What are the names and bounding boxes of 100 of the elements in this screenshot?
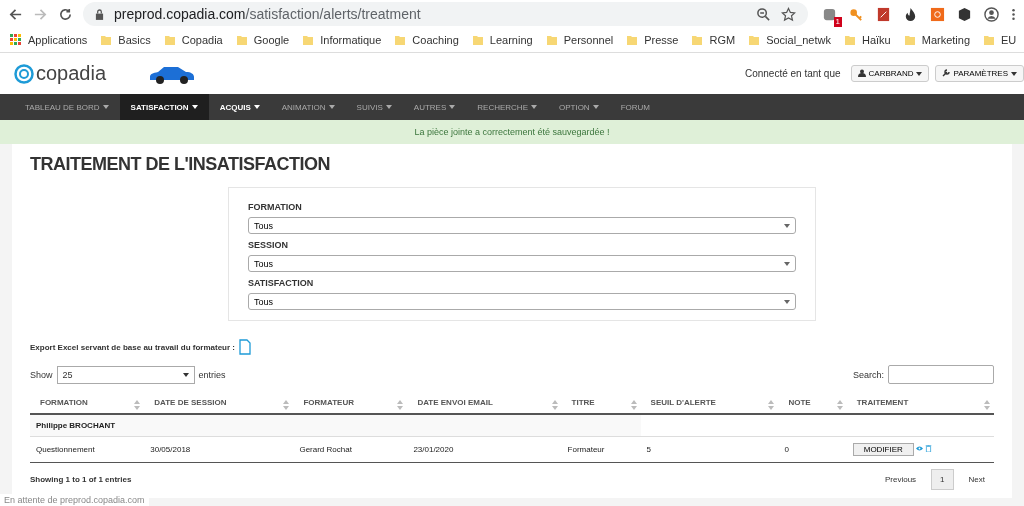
pagination-button[interactable]: Previous (875, 469, 926, 490)
folder-icon (163, 34, 176, 46)
nav-item[interactable]: RECHERCHE (466, 94, 548, 120)
nav-item[interactable]: ACQUIS (208, 94, 271, 120)
page-size-select[interactable]: 25 (56, 365, 195, 384)
folder-icon (545, 34, 558, 46)
bookmark[interactable]: Informatique (302, 34, 382, 46)
bookmark[interactable]: Presse (626, 34, 679, 46)
bookmark[interactable]: EU (983, 34, 1017, 46)
export-label: Export Excel servant de base au travail du formateur : (30, 342, 235, 352)
nav-item[interactable]: SATISFACTION (119, 94, 209, 120)
copadia-logo[interactable]: copadia (14, 62, 107, 85)
bookmark[interactable]: Personnel (545, 34, 614, 46)
modify-button[interactable]: MODIFIER (852, 443, 914, 456)
sort-icon[interactable] (551, 400, 558, 410)
sort-icon[interactable] (283, 400, 290, 410)
folder-icon (235, 34, 248, 46)
bookmark[interactable]: Google (235, 34, 290, 46)
folder-icon (843, 34, 856, 46)
bookmark[interactable]: Haïku (843, 34, 891, 46)
caret-icon (784, 261, 790, 266)
sort-icon[interactable] (984, 400, 990, 410)
filter-select[interactable]: Tous (248, 217, 796, 234)
caret-icon (1011, 72, 1017, 76)
filter-label: SATISFACTION (248, 278, 315, 288)
bookmark[interactable]: Marketing (903, 34, 970, 46)
wrench-icon (942, 69, 951, 77)
settings-button[interactable]: PARAMÈTRES (935, 65, 1024, 82)
nav-item[interactable]: ANIMATION (270, 94, 346, 120)
bookmark[interactable]: RGM (691, 34, 736, 46)
square-icon[interactable] (930, 6, 945, 22)
folder-icon (302, 34, 315, 46)
notification-badge: 1 (833, 16, 842, 27)
key-icon[interactable] (849, 6, 864, 22)
user-dropdown[interactable]: CARBRAND (850, 65, 930, 82)
extension-icon[interactable] (822, 6, 837, 22)
sort-icon[interactable] (397, 400, 404, 410)
filter-label: FORMATION (248, 202, 303, 212)
bookmark[interactable]: Applications (10, 34, 88, 46)
success-alert: La pièce jointe a correctement été sauvegardée ! (0, 120, 1024, 144)
document-icon[interactable] (238, 339, 251, 355)
bookmark[interactable]: Coaching (394, 34, 459, 46)
flame-icon[interactable] (903, 6, 918, 22)
menu-icon[interactable] (1011, 6, 1016, 22)
page-title: TRAITEMENT DE L'INSATISFACTION (30, 154, 331, 175)
table-cell: 0 (778, 436, 847, 463)
nav-item[interactable]: FORUM (609, 94, 661, 120)
caret-icon (784, 299, 790, 304)
folder-icon (748, 34, 761, 46)
apps-grid-icon (10, 34, 22, 46)
folder-icon (983, 34, 995, 46)
trash-icon[interactable] (924, 445, 932, 452)
bookmark[interactable]: Learning (471, 34, 533, 46)
table-cell: 5 (640, 436, 779, 463)
group-cell: Philippe BROCHANT (30, 414, 641, 437)
pdf-icon[interactable] (876, 6, 891, 22)
table-cell: 30/05/2018 (144, 436, 294, 463)
filter-select[interactable]: Tous (248, 255, 796, 272)
nav-item[interactable]: SUIVIS (345, 94, 403, 120)
folder-icon (394, 34, 407, 46)
search-label: Search: (852, 369, 884, 380)
zoom-icon[interactable] (756, 6, 771, 22)
account-icon[interactable] (984, 6, 999, 22)
pagination-button[interactable]: 1 (931, 469, 954, 490)
sort-icon[interactable] (630, 400, 637, 410)
folder-icon (100, 34, 113, 46)
search-field[interactable] (888, 365, 994, 384)
table-cell: Questionnement (30, 436, 145, 463)
eye-icon[interactable] (915, 445, 923, 452)
bookmark[interactable]: Copadia (163, 34, 223, 46)
filter-select[interactable]: Tous (248, 293, 796, 310)
pagination-button[interactable]: Next (959, 469, 994, 490)
nav-item[interactable]: TABLEAU DE BORD (14, 94, 120, 120)
sort-icon[interactable] (134, 400, 141, 410)
lock-icon (95, 8, 104, 20)
table-cell: Gerard Rochat (293, 436, 408, 463)
nav-item[interactable]: OPTION (547, 94, 610, 120)
sort-icon[interactable] (836, 400, 843, 410)
caret-icon (916, 72, 923, 76)
nav-item[interactable]: AUTRES (402, 94, 467, 120)
sort-icon[interactable] (768, 400, 775, 410)
star-icon[interactable] (781, 6, 796, 22)
connected-as-label: Connecté en tant que (744, 68, 841, 79)
folder-icon (691, 34, 704, 46)
address-bar[interactable]: preprod.copadia.com/satisfaction/alerts/treatment (83, 2, 808, 26)
table-info: Showing 1 to 1 of 1 entries (30, 475, 132, 484)
reload-icon[interactable] (58, 6, 73, 22)
caret-icon (784, 223, 790, 228)
folder-icon (471, 34, 484, 46)
table-cell: 23/01/2020 (407, 436, 562, 463)
cube-icon[interactable] (957, 6, 972, 22)
show-label: Show (30, 369, 53, 380)
bookmark[interactable]: Basics (100, 34, 151, 46)
bookmark[interactable]: Social_netwk (748, 34, 831, 46)
user-icon (857, 69, 866, 77)
folder-icon (626, 34, 639, 46)
caret-icon (182, 372, 189, 377)
entries-label: entries (198, 369, 226, 380)
status-bar: En attente de preprod.copadia.com (0, 494, 149, 506)
table-cell: Formateur (561, 436, 641, 463)
